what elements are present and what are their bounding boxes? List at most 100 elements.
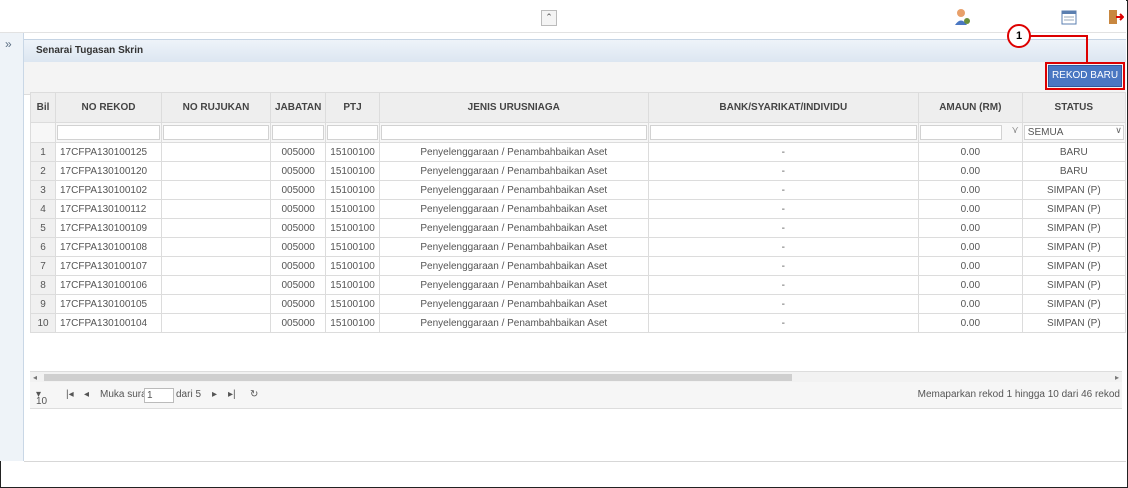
page-size-select[interactable]: 10 ▾ (36, 389, 47, 407)
cell-jabatan: 005000 (269, 180, 327, 200)
cell-no-rekod: 17CFPA130100112 (55, 199, 162, 219)
annotation-connector (1029, 35, 1086, 37)
cell-no-rekod: 17CFPA130100108 (55, 237, 162, 257)
first-page-icon[interactable]: |◂ (66, 389, 74, 400)
annotation-callout: 1 (1007, 24, 1031, 48)
user-settings-icon[interactable] (953, 8, 971, 26)
filter-input[interactable] (327, 125, 378, 140)
filter-input[interactable] (380, 125, 647, 140)
filter-input[interactable] (163, 125, 269, 140)
table-row[interactable]: 4 17CFPA130100112 005000 15100100 Penyelengg… (30, 199, 1126, 219)
cell-bil: 9 (30, 294, 56, 314)
cell-ptj: 15100100 (325, 313, 380, 333)
filter-no-rujukan[interactable] (161, 122, 271, 143)
calendar-icon[interactable] (1060, 8, 1078, 26)
table-body: 1 17CFPA130100125 005000 15100100 Penyelengg… (30, 142, 1126, 333)
cell-amaun: 0.00 (917, 142, 1023, 162)
filter-no-rekod[interactable] (55, 122, 162, 143)
cell-ptj: 15100100 (325, 256, 380, 276)
cell-jabatan: 005000 (269, 256, 327, 276)
cell-amaun: 0.00 (917, 199, 1023, 219)
cell-jabatan: 005000 (269, 294, 327, 314)
double-chevron-up-icon[interactable]: ⌃ (541, 10, 557, 26)
cell-jenis-urusniaga: Penyelenggaraan / Penambahbaikan Aset (378, 313, 649, 333)
cell-no-rujukan (161, 142, 271, 162)
refresh-icon[interactable]: ↻ (250, 389, 258, 400)
col-header-no-rujukan[interactable]: NO RUJUKAN (161, 92, 271, 123)
panel-title: Senarai Tugasan Skrin (36, 45, 144, 56)
next-page-icon[interactable]: ▸ (212, 389, 217, 400)
table-row[interactable]: 3 17CFPA130100102 005000 15100100 Penyelengg… (30, 180, 1126, 200)
col-header-bank[interactable]: BANK/SYARIKAT/INDIVIDU (647, 92, 919, 123)
scrollbar-thumb[interactable] (44, 374, 792, 381)
filter-funnel-icon[interactable]: ⋎ (1011, 125, 1018, 136)
double-chevron-right-icon[interactable]: » (5, 37, 12, 51)
col-header-status[interactable]: STATUS (1021, 92, 1126, 123)
table-row[interactable]: 5 17CFPA130100109 005000 15100100 Penyelengg… (30, 218, 1126, 238)
panel-toolbar: REKOD BARU (24, 62, 1126, 95)
page-label: Muka surat (100, 389, 150, 400)
col-header-jenis-urusniaga[interactable]: JENIS URUSNIAGA (378, 92, 649, 123)
cell-jenis-urusniaga: Penyelenggaraan / Penambahbaikan Aset (378, 218, 649, 238)
table-row[interactable]: 7 17CFPA130100107 005000 15100100 Penyelengg… (30, 256, 1126, 276)
cell-no-rujukan (161, 294, 271, 314)
filter-ptj[interactable] (325, 122, 380, 143)
table-row[interactable]: 1 17CFPA130100125 005000 15100100 Penyelengg… (30, 142, 1126, 162)
logout-icon[interactable] (1106, 8, 1124, 26)
status-select-box[interactable]: SEMUA (1023, 125, 1124, 140)
last-page-icon[interactable]: ▸| (228, 389, 236, 400)
cell-jenis-urusniaga: Penyelenggaraan / Penambahbaikan Aset (378, 294, 649, 314)
page-input[interactable]: 1 (144, 388, 174, 403)
cell-status: SIMPAN (P) (1021, 218, 1126, 238)
page-total-label: dari 5 (176, 389, 202, 400)
cell-bil: 8 (30, 275, 56, 295)
table-row[interactable]: 10 17CFPA130100104 005000 15100100 Penyeleng… (30, 313, 1126, 333)
cell-jabatan: 005000 (269, 142, 327, 162)
filter-jabatan[interactable] (269, 122, 327, 143)
filter-input[interactable] (649, 125, 917, 140)
pager-summary: Memaparkan rekod 1 hingga 10 dari 46 rek… (917, 389, 1120, 400)
cell-status: BARU (1021, 161, 1126, 181)
col-header-jabatan[interactable]: JABATAN (269, 92, 327, 123)
table-row[interactable]: 9 17CFPA130100105 005000 15100100 Penyelengg… (30, 294, 1126, 314)
filter-input[interactable] (57, 125, 160, 140)
col-header-ptj[interactable]: PTJ (325, 92, 380, 123)
filter-bank[interactable] (647, 122, 919, 143)
cell-bil: 7 (30, 256, 56, 276)
filter-bil-cell (30, 122, 56, 143)
cell-status: SIMPAN (P) (1021, 199, 1126, 219)
cell-jenis-urusniaga: Penyelenggaraan / Penambahbaikan Aset (378, 199, 649, 219)
col-header-amaun[interactable]: AMAUN (RM) (917, 92, 1023, 123)
cell-bil: 4 (30, 199, 56, 219)
cell-bank: - (647, 275, 919, 295)
cell-no-rujukan (161, 180, 271, 200)
cell-ptj: 15100100 (325, 218, 380, 238)
prev-page-icon[interactable]: ◂ (84, 389, 89, 400)
table-row[interactable]: 2 17CFPA130100120 005000 15100100 Penyelengg… (30, 161, 1126, 181)
cell-status: BARU (1021, 142, 1126, 162)
cell-status: SIMPAN (P) (1021, 313, 1126, 333)
filter-jenis[interactable] (378, 122, 649, 143)
cell-bil: 1 (30, 142, 56, 162)
cell-no-rujukan (161, 256, 271, 276)
cell-no-rekod: 17CFPA130100106 (55, 275, 162, 295)
cell-no-rujukan (161, 237, 271, 257)
cell-bank: - (647, 180, 919, 200)
cell-jabatan: 005000 (269, 218, 327, 238)
task-list-panel: Senarai Tugasan Skrin REKOD BARU Bil NO … (24, 33, 1126, 461)
filter-input[interactable] (272, 125, 325, 140)
filter-amaun[interactable]: ⋎ (917, 122, 1023, 143)
col-header-no-rekod[interactable]: NO REKOD (55, 92, 162, 123)
filter-input[interactable] (919, 125, 1002, 140)
cell-bil: 5 (30, 218, 56, 238)
table-row[interactable]: 8 17CFPA130100106 005000 15100100 Penyelengg… (30, 275, 1126, 295)
page-size-value: 10 (36, 396, 48, 407)
chevron-down-icon[interactable]: ∨ (1115, 125, 1122, 136)
cell-status: SIMPAN (P) (1021, 275, 1126, 295)
status-filter-select[interactable]: SEMUA ∨ (1021, 122, 1126, 143)
filter-row: ⋎ SEMUA ∨ (30, 122, 1126, 143)
table-row[interactable]: 6 17CFPA130100108 005000 15100100 Penyelengg… (30, 237, 1126, 257)
cell-no-rujukan (161, 218, 271, 238)
col-header-bil[interactable]: Bil (30, 92, 56, 123)
cell-jabatan: 005000 (269, 275, 327, 295)
